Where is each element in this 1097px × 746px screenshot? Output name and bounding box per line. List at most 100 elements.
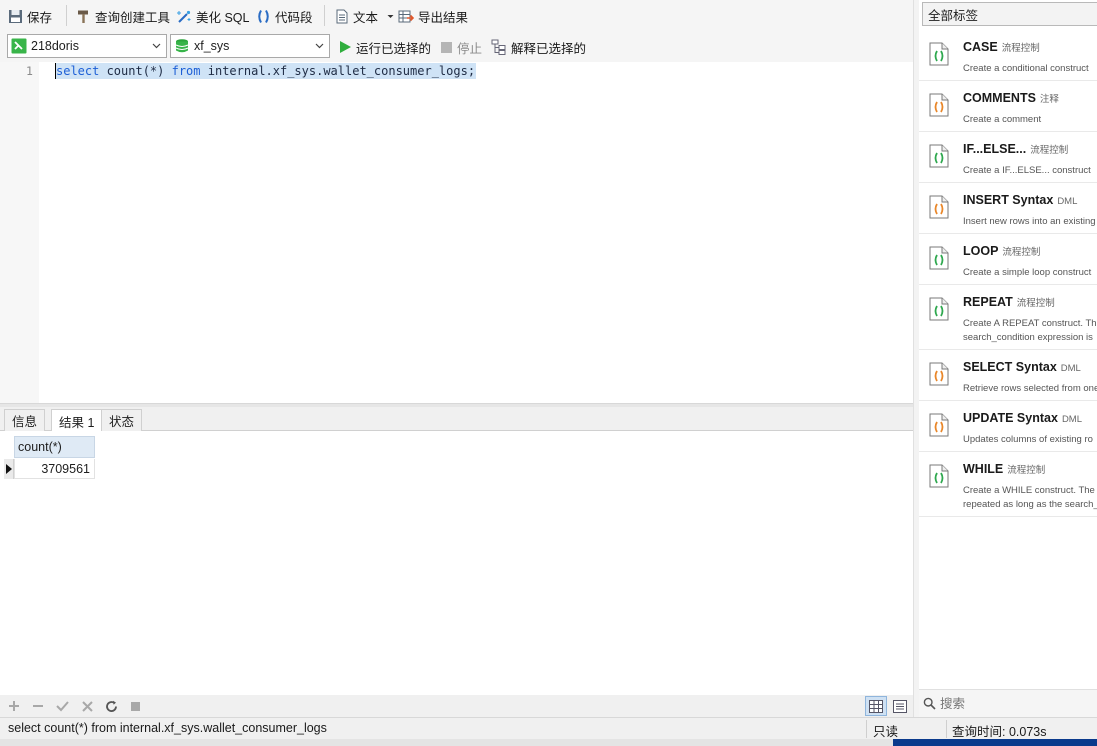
snippet-category: 流程控制	[1002, 247, 1041, 258]
snippet-search-input[interactable]	[940, 696, 1080, 711]
snippet-title-text: IF...ELSE...	[963, 142, 1027, 156]
sql-statement-selected[interactable]: select count(*) from internal.xf_sys.wal…	[56, 63, 477, 79]
snippet-description-line: search_condition expression is	[963, 332, 1093, 343]
keyword-from: from	[171, 64, 201, 78]
query-builder-button[interactable]: 查询创建工具	[76, 6, 170, 26]
snippet-file-icon	[929, 93, 949, 117]
snippet-description: Create a comment	[963, 113, 1097, 127]
stop-button[interactable]: 停止	[440, 37, 482, 57]
snippet-title-text: REPEAT	[963, 295, 1013, 309]
keyword-select: select	[56, 64, 100, 78]
tag-filter-select[interactable]: 全部标签	[922, 2, 1097, 26]
snippet-category: 流程控制	[1016, 298, 1055, 309]
refresh-icon[interactable]	[103, 698, 119, 714]
explain-selected-label: 解释已选择的	[511, 41, 587, 56]
snippet-description-line: Create a IF...ELSE... construct	[963, 165, 1091, 176]
snippet-file-icon	[929, 144, 949, 168]
grid-view-icon	[869, 699, 883, 713]
snippet-category: DML	[1057, 196, 1078, 207]
stop-refresh-icon[interactable]	[127, 698, 143, 714]
snippet-description-line: Create A REPEAT construct. The	[963, 318, 1097, 329]
snippet-button[interactable]: 代码段	[256, 6, 313, 26]
beautify-sql-button[interactable]: 美化 SQL	[176, 6, 250, 26]
snippet-category: 流程控制	[1030, 145, 1069, 156]
snippet-title: INSERT Syntax DML	[963, 193, 1077, 207]
snippet-title-text: WHILE	[963, 462, 1004, 476]
status-query-text: select count(*) from internal.xf_sys.wal…	[8, 721, 327, 735]
snippet-item[interactable]: WHILE 流程控制 Create a WHILE construct. The re…	[919, 452, 1097, 517]
snippet-title: REPEAT 流程控制	[963, 295, 1055, 309]
snippet-description-line: Create a comment	[963, 114, 1042, 125]
tab-result-1-label: 结果 1	[59, 415, 95, 430]
status-bar: select count(*) from internal.xf_sys.wal…	[0, 717, 1097, 739]
row-indicator[interactable]	[4, 459, 14, 479]
snippet-item[interactable]: LOOP 流程控制 Create a simple loop construct	[919, 234, 1097, 285]
tab-info[interactable]: 信息	[4, 409, 46, 431]
snippet-title-text: LOOP	[963, 244, 999, 258]
result-tab-bar: 信息 结果 1 状态	[0, 407, 913, 432]
taskbar-active-region	[893, 739, 1097, 746]
column-header-count[interactable]: count(*)	[14, 436, 95, 458]
sql-table-name: internal.xf_sys.wallet_consumer_logs;	[200, 64, 476, 78]
snippet-search-bar	[919, 689, 1097, 717]
snippet-description-line: Create a WHILE construct. The	[963, 485, 1095, 496]
tab-result-1[interactable]: 结果 1	[51, 409, 103, 432]
export-result-button[interactable]: 导出结果	[398, 6, 468, 26]
save-button[interactable]: 保存	[8, 6, 52, 26]
snippet-item[interactable]: SELECT Syntax DML Retrieve rows selected f…	[919, 350, 1097, 401]
save-label: 保存	[27, 10, 53, 25]
run-selected-label: 运行已选择的	[356, 41, 432, 56]
stop-icon	[441, 41, 452, 53]
main-toolbar: 保存 查询创建工具 美化 SQL 代码段 文本 导出结果	[0, 0, 913, 31]
database-select[interactable]: xf_sys	[170, 34, 330, 58]
snippet-file-icon	[929, 42, 949, 66]
snippet-item[interactable]: CASE 流程控制 Create a conditional construct	[919, 30, 1097, 81]
snippet-description-line: Insert new rows into an existing	[963, 216, 1096, 227]
database-name: xf_sys	[194, 39, 230, 53]
tab-status-label: 状态	[109, 415, 135, 429]
snippet-title: LOOP 流程控制	[963, 244, 1040, 258]
snippet-description-line: Create a conditional construct	[963, 63, 1089, 74]
text-mode-button[interactable]: 文本	[335, 6, 395, 26]
snippet-item[interactable]: UPDATE Syntax DML Updates columns of exist…	[919, 401, 1097, 452]
add-record-icon[interactable]	[6, 698, 22, 714]
snippet-description: Create a conditional construct	[963, 62, 1097, 76]
hammer-icon	[78, 10, 88, 23]
discard-changes-icon[interactable]	[79, 698, 95, 714]
snippet-description: Create a WHILE construct. The repeated as…	[963, 484, 1097, 512]
form-view-button[interactable]	[889, 696, 911, 716]
play-icon	[340, 41, 351, 53]
snippet-title: CASE 流程控制	[963, 40, 1040, 54]
sql-count-expression: count(*)	[99, 64, 172, 78]
snippet-title-text: SELECT Syntax	[963, 360, 1057, 374]
result-grid[interactable]: count(*) 3709561	[0, 431, 913, 695]
tab-info-label: 信息	[12, 415, 38, 429]
apply-changes-icon[interactable]	[54, 698, 70, 714]
sql-editor[interactable]: 1 select count(*) from internal.xf_sys.w…	[0, 62, 913, 403]
dropdown-arrow-icon[interactable]	[386, 12, 395, 21]
snippets-panel: 全部标签 CASE 流程控制 Create a conditional constr…	[919, 0, 1097, 717]
snippet-item[interactable]: IF...ELSE... 流程控制 Create a IF...ELSE... co…	[919, 132, 1097, 183]
explain-selected-button[interactable]: 解释已选择的	[491, 37, 586, 57]
grid-view-button[interactable]	[865, 696, 887, 716]
snippet-title-text: UPDATE Syntax	[963, 411, 1058, 425]
snippet-item[interactable]: COMMENTS 注释 Create a comment	[919, 81, 1097, 132]
snippet-category: DML	[1061, 414, 1082, 425]
snippet-item[interactable]: INSERT Syntax DML Insert new rows into an …	[919, 183, 1097, 234]
document-icon	[336, 9, 348, 23]
explain-tree-icon	[491, 39, 506, 55]
snippet-category: 流程控制	[1007, 465, 1046, 476]
status-divider	[866, 720, 867, 738]
tab-status[interactable]: 状态	[101, 409, 143, 431]
snippet-title: SELECT Syntax DML	[963, 360, 1081, 374]
snippet-title-text: CASE	[963, 40, 998, 54]
current-row-arrow-icon	[6, 464, 12, 474]
table-cell[interactable]: 3709561	[14, 459, 95, 479]
snippet-item[interactable]: REPEAT 流程控制 Create A REPEAT construct. The…	[919, 285, 1097, 350]
connection-select[interactable]: 218doris	[7, 34, 167, 58]
delete-record-icon[interactable]	[30, 698, 46, 714]
snippet-description-line: Updates columns of existing ro	[963, 434, 1093, 445]
magic-wand-icon	[177, 10, 191, 23]
run-selected-button[interactable]: 运行已选择的	[338, 37, 431, 57]
snippet-description: Insert new rows into an existing	[963, 215, 1097, 229]
